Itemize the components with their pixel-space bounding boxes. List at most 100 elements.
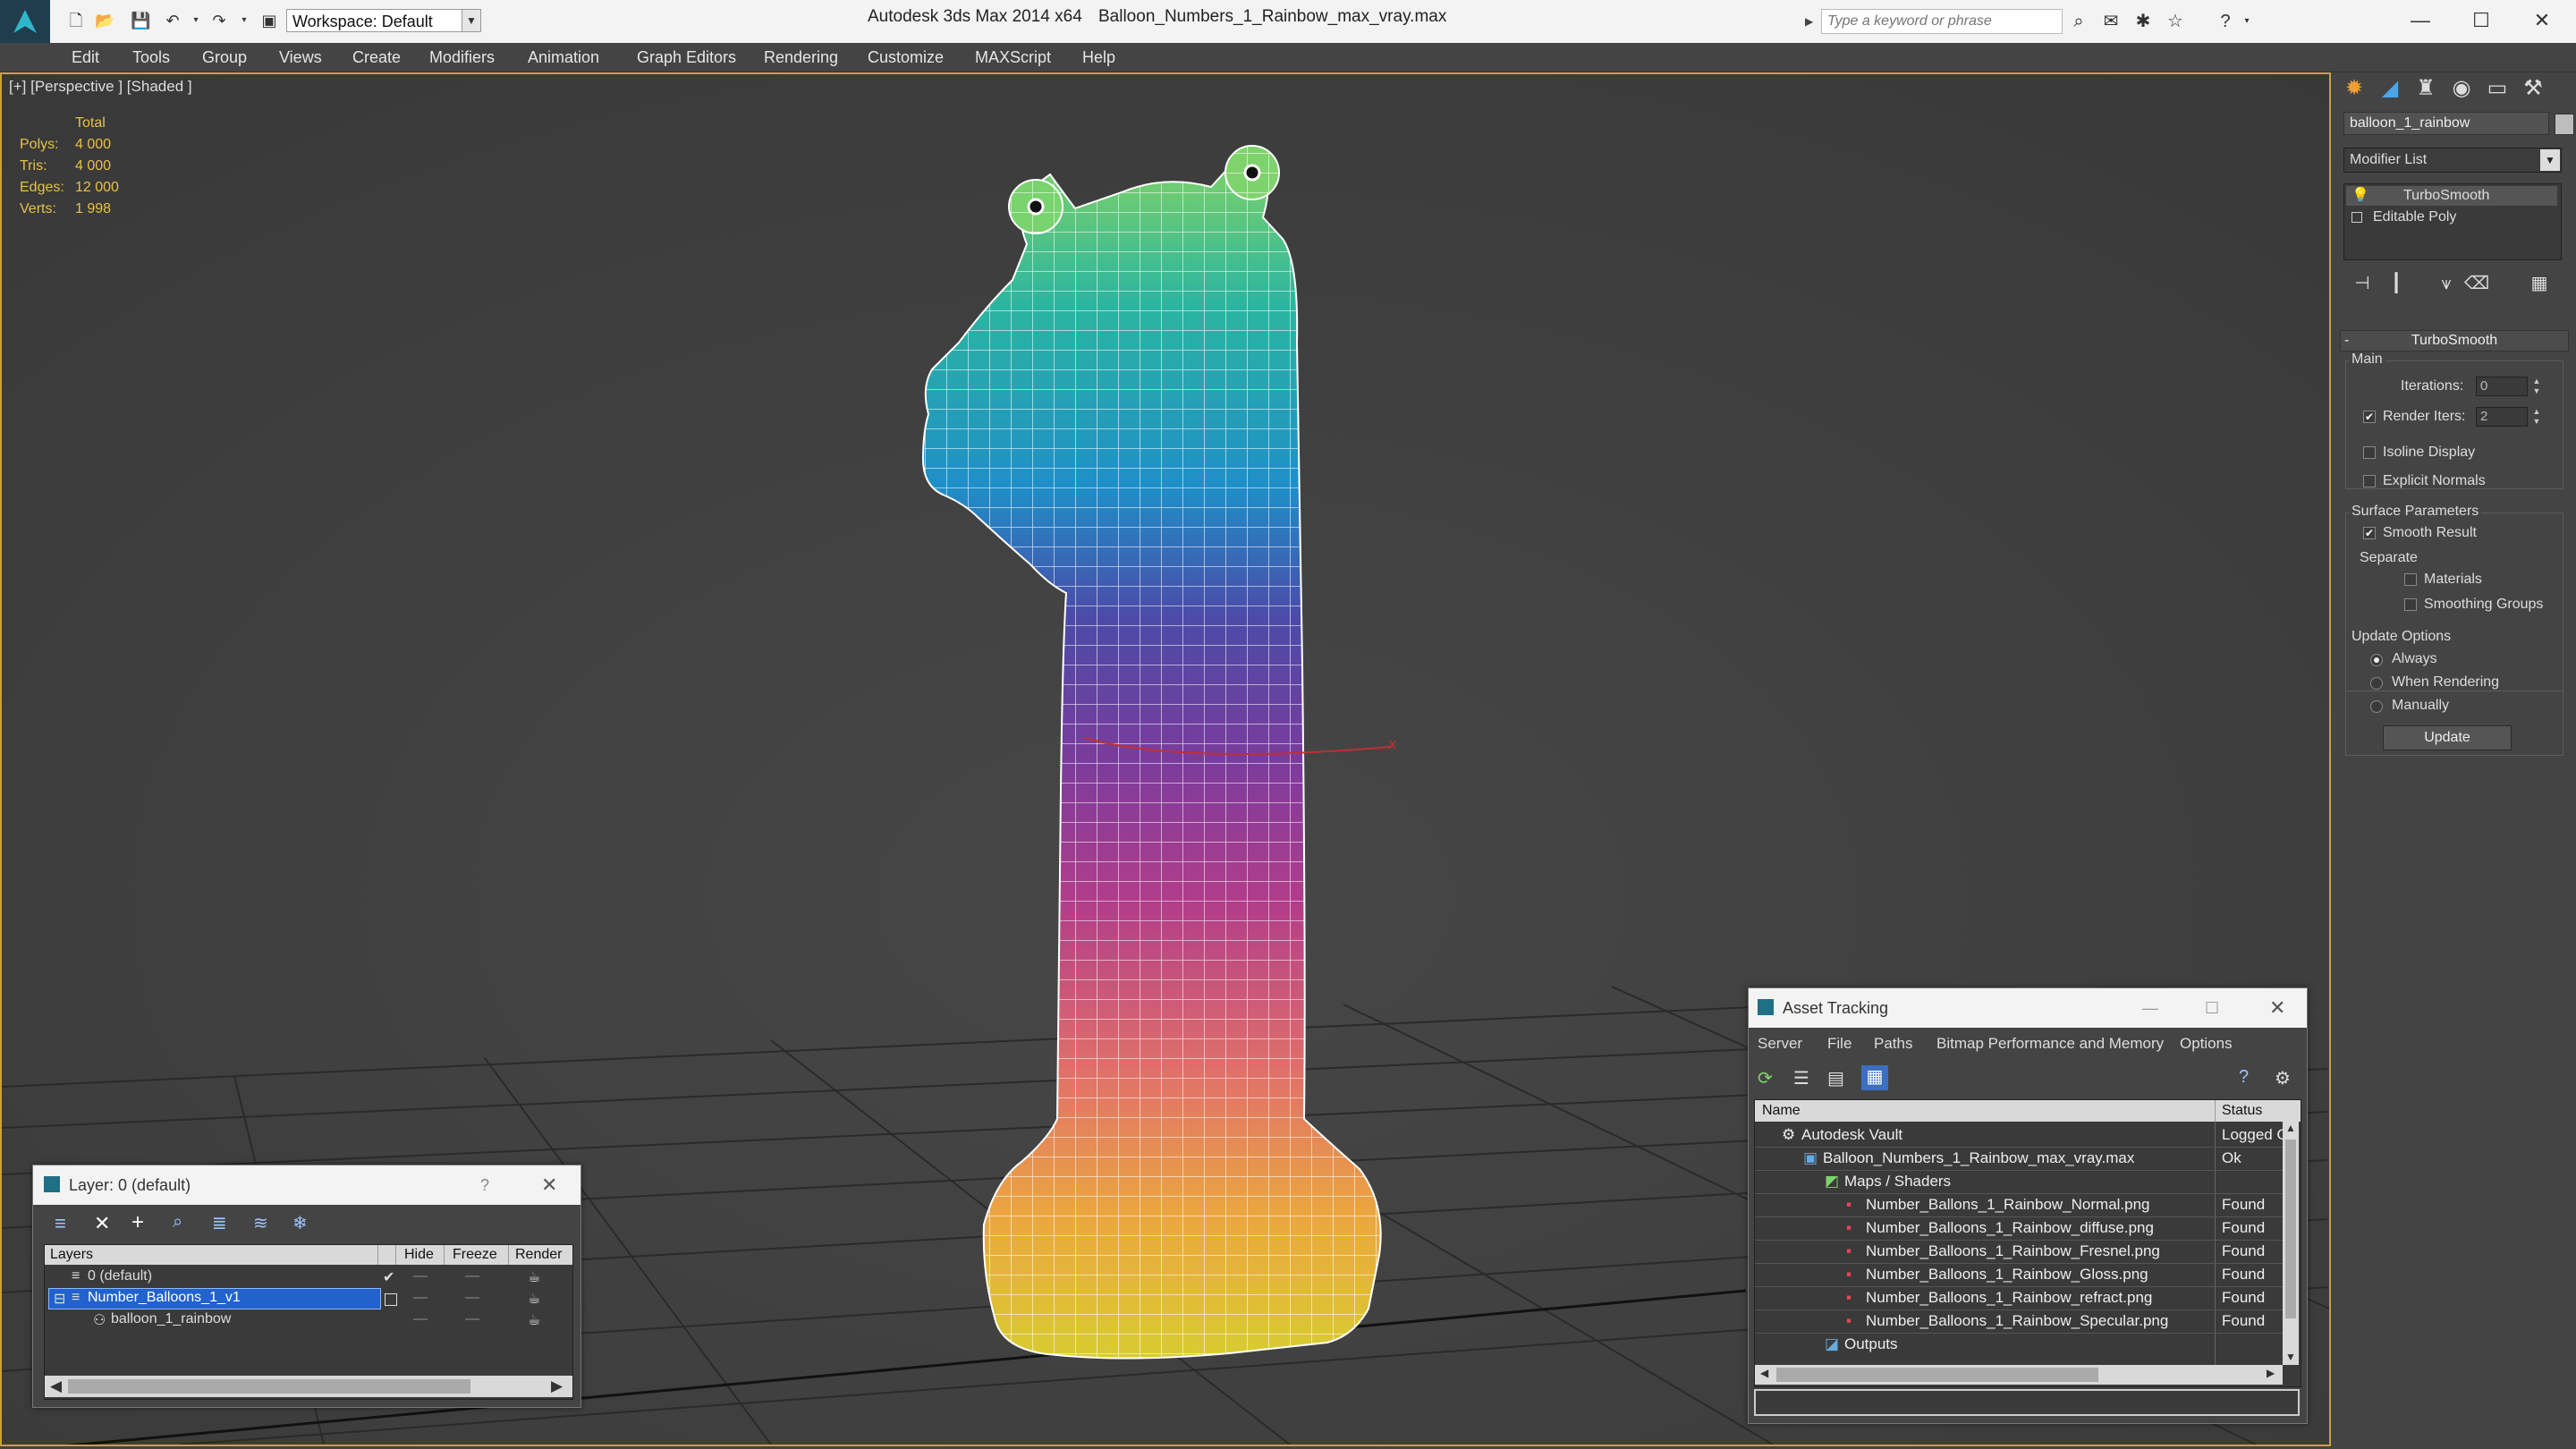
radio-when-rendering[interactable] bbox=[2370, 677, 2383, 690]
utilities-tab-icon[interactable]: ⚒ bbox=[2515, 72, 2551, 105]
asset-row[interactable]: ▪ Number_Balloons_1_Rainbow_refract.png … bbox=[1755, 1286, 2292, 1310]
workspace-dropdown[interactable]: Workspace: Default bbox=[286, 9, 465, 32]
pin-stack-icon[interactable]: ⊣ bbox=[2349, 271, 2376, 296]
materials-checkbox[interactable] bbox=[2404, 573, 2417, 586]
detail-view-icon[interactable]: ▤ bbox=[1827, 1067, 1844, 1089]
search-input[interactable] bbox=[1821, 9, 2063, 34]
update-button[interactable]: Update bbox=[2383, 725, 2512, 750]
at-menu-paths[interactable]: Paths bbox=[1874, 1035, 1912, 1053]
scroll-thumb[interactable] bbox=[2285, 1140, 2296, 1318]
scroll-left-icon[interactable]: ◀ bbox=[50, 1377, 62, 1395]
render-iters-checkbox[interactable]: ✔ bbox=[2363, 411, 2376, 423]
new-file-icon[interactable]: 🗋 bbox=[66, 11, 86, 30]
refresh-icon[interactable]: ⟳ bbox=[1758, 1067, 1773, 1089]
asset-row[interactable]: ▣ Balloon_Numbers_1_Rainbow_max_vray.max… bbox=[1755, 1147, 2292, 1171]
radio-manually[interactable] bbox=[2370, 700, 2383, 713]
at-close-icon[interactable]: ✕ bbox=[2269, 988, 2285, 1028]
scroll-up-icon[interactable]: ▲ bbox=[2285, 1122, 2296, 1134]
help-dropdown-icon[interactable]: ▾ bbox=[2236, 11, 2258, 32]
configure-modifier-sets-icon[interactable]: ▦ bbox=[2526, 271, 2553, 296]
at-menu-bitmap-performance[interactable]: Bitmap Performance and Memory bbox=[1936, 1035, 2164, 1053]
render-iters-spinner-arrows-icon[interactable]: ▲ ▼ bbox=[2531, 407, 2542, 427]
menu-create[interactable]: Create bbox=[352, 43, 401, 72]
freeze-toggle-icon[interactable]: — bbox=[465, 1268, 479, 1284]
stack-item-editable-poly[interactable]: Editable Poly bbox=[2346, 208, 2557, 227]
render-toggle-icon[interactable]: ☕ bbox=[528, 1268, 540, 1286]
object-name-field[interactable]: balloon_1_rainbow bbox=[2343, 112, 2549, 135]
at-maximize-icon[interactable]: ☐ bbox=[2205, 988, 2219, 1028]
asset-row[interactable]: ◩ Maps / Shaders bbox=[1755, 1170, 2292, 1194]
column-freeze[interactable]: Freeze bbox=[453, 1247, 497, 1263]
menu-customize[interactable]: Customize bbox=[868, 43, 944, 72]
minimize-icon[interactable]: — bbox=[2394, 5, 2447, 36]
add-to-layer-icon[interactable]: + bbox=[131, 1210, 144, 1235]
expand-icon[interactable] bbox=[2351, 212, 2362, 223]
iterations-spinner-arrows-icon[interactable]: ▲ ▼ bbox=[2531, 377, 2542, 396]
menu-rendering[interactable]: Rendering bbox=[764, 43, 838, 72]
layer-close-icon[interactable]: ✕ bbox=[541, 1165, 557, 1205]
app-logo-button[interactable] bbox=[0, 0, 50, 43]
motion-tab-icon[interactable]: ◉ bbox=[2444, 72, 2479, 105]
layer-row[interactable]: ⚇ balloon_1_rainbow — — ☕ bbox=[45, 1309, 572, 1331]
make-unique-icon[interactable]: ⩛ bbox=[2433, 271, 2460, 296]
list-view-icon[interactable]: ☰ bbox=[1793, 1067, 1809, 1089]
subscription-icon[interactable]: ✱ bbox=[2132, 11, 2154, 32]
asset-row[interactable]: ▪ Number_Balloons_1_Rainbow_Fresnel.png … bbox=[1755, 1240, 2292, 1264]
delete-layer-icon[interactable]: ✕ bbox=[94, 1212, 110, 1235]
highlight-layer-icon[interactable]: ≣ bbox=[212, 1212, 227, 1234]
display-tab-icon[interactable]: ▭ bbox=[2479, 72, 2515, 105]
hide-toggle-icon[interactable]: — bbox=[413, 1290, 428, 1306]
render-iters-spinner[interactable]: 2 bbox=[2476, 407, 2528, 427]
column-layers[interactable]: Layers bbox=[50, 1247, 93, 1263]
at-menu-server[interactable]: Server bbox=[1758, 1035, 1802, 1053]
turbosmooth-rollout-header[interactable]: - TurboSmooth bbox=[2340, 330, 2569, 352]
workspace-dropdown-arrow-icon[interactable]: ▼ bbox=[462, 9, 481, 32]
scroll-thumb[interactable] bbox=[1776, 1368, 2098, 1382]
lightbulb-icon[interactable]: 💡 bbox=[2351, 186, 2369, 206]
asset-horizontal-scrollbar[interactable]: ◀ ▶ bbox=[1755, 1365, 2283, 1385]
stack-item-turbosmooth[interactable]: 💡 TurboSmooth bbox=[2346, 186, 2557, 206]
menu-edit[interactable]: Edit bbox=[72, 43, 99, 72]
modify-tab-icon[interactable]: ◢ bbox=[2372, 72, 2408, 105]
render-toggle-icon[interactable]: ☕ bbox=[528, 1290, 540, 1308]
column-hide[interactable]: Hide bbox=[404, 1247, 434, 1263]
column-name[interactable]: Name bbox=[1762, 1103, 1801, 1119]
at-minimize-icon[interactable]: — bbox=[2142, 988, 2158, 1028]
object-color-swatch[interactable] bbox=[2555, 114, 2574, 135]
hide-toggle-icon[interactable]: — bbox=[413, 1268, 428, 1284]
at-menu-file[interactable]: File bbox=[1827, 1035, 1852, 1053]
project-folder-icon[interactable]: ▣ bbox=[259, 11, 279, 30]
freeze-toggle-icon[interactable]: — bbox=[465, 1290, 479, 1306]
asset-path-field[interactable] bbox=[1754, 1389, 2300, 1416]
iterations-spinner[interactable]: 0 bbox=[2476, 377, 2528, 396]
maximize-icon[interactable]: ☐ bbox=[2454, 5, 2508, 36]
scroll-thumb[interactable] bbox=[68, 1379, 470, 1394]
search-expand-icon[interactable]: ▶ bbox=[1805, 11, 1818, 32]
menu-graph-editors[interactable]: Graph Editors bbox=[637, 43, 736, 72]
viewport-label[interactable]: [+] [Perspective ] [Shaded ] bbox=[9, 78, 192, 96]
current-layer-check-icon[interactable]: ✔ bbox=[383, 1268, 394, 1286]
show-end-result-icon[interactable]: ┃ bbox=[2383, 271, 2410, 296]
at-menu-options[interactable]: Options bbox=[2180, 1035, 2233, 1053]
scroll-right-icon[interactable]: ▶ bbox=[2267, 1367, 2275, 1379]
smooth-result-checkbox[interactable]: ✔ bbox=[2363, 527, 2376, 539]
select-objects-icon[interactable]: ⌕ bbox=[173, 1212, 182, 1233]
layer-horizontal-scrollbar[interactable]: ◀ ▶ bbox=[45, 1376, 572, 1397]
undo-icon[interactable]: ↶ bbox=[163, 11, 182, 30]
asset-row[interactable]: ▪ Number_Balloons_1_Rainbow_diffuse.png … bbox=[1755, 1216, 2292, 1241]
create-tab-icon[interactable]: ✹ bbox=[2336, 72, 2372, 105]
layer-row[interactable]: ⊟ ≡ Number_Balloons_1_v1 — — ☕ bbox=[45, 1288, 572, 1309]
asset-vertical-scrollbar[interactable]: ▲ ▼ bbox=[2283, 1122, 2299, 1365]
help-icon[interactable]: ? bbox=[2215, 11, 2236, 32]
undo-dropdown-icon[interactable]: ▾ bbox=[186, 11, 206, 30]
column-status[interactable]: Status bbox=[2222, 1103, 2262, 1119]
asset-row[interactable]: ▪ Number_Balloons_1_Rainbow_Specular.png… bbox=[1755, 1309, 2292, 1334]
menu-maxscript[interactable]: MAXScript bbox=[975, 43, 1051, 72]
new-layer-icon[interactable]: ≡ bbox=[55, 1212, 66, 1235]
at-help-icon[interactable]: ? bbox=[2239, 1067, 2249, 1088]
column-render[interactable]: Render bbox=[515, 1247, 562, 1263]
save-file-icon[interactable]: 💾 bbox=[131, 11, 150, 30]
redo-dropdown-icon[interactable]: ▾ bbox=[234, 11, 254, 30]
asset-row[interactable]: ⚙ Autodesk Vault Logged O bbox=[1755, 1123, 2292, 1148]
radio-always[interactable] bbox=[2370, 654, 2383, 666]
